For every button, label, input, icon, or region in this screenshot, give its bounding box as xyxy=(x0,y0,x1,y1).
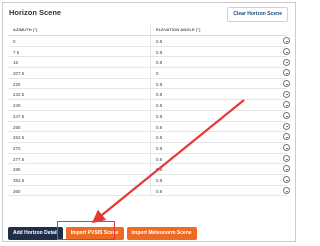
annotation-arrow xyxy=(91,99,245,224)
